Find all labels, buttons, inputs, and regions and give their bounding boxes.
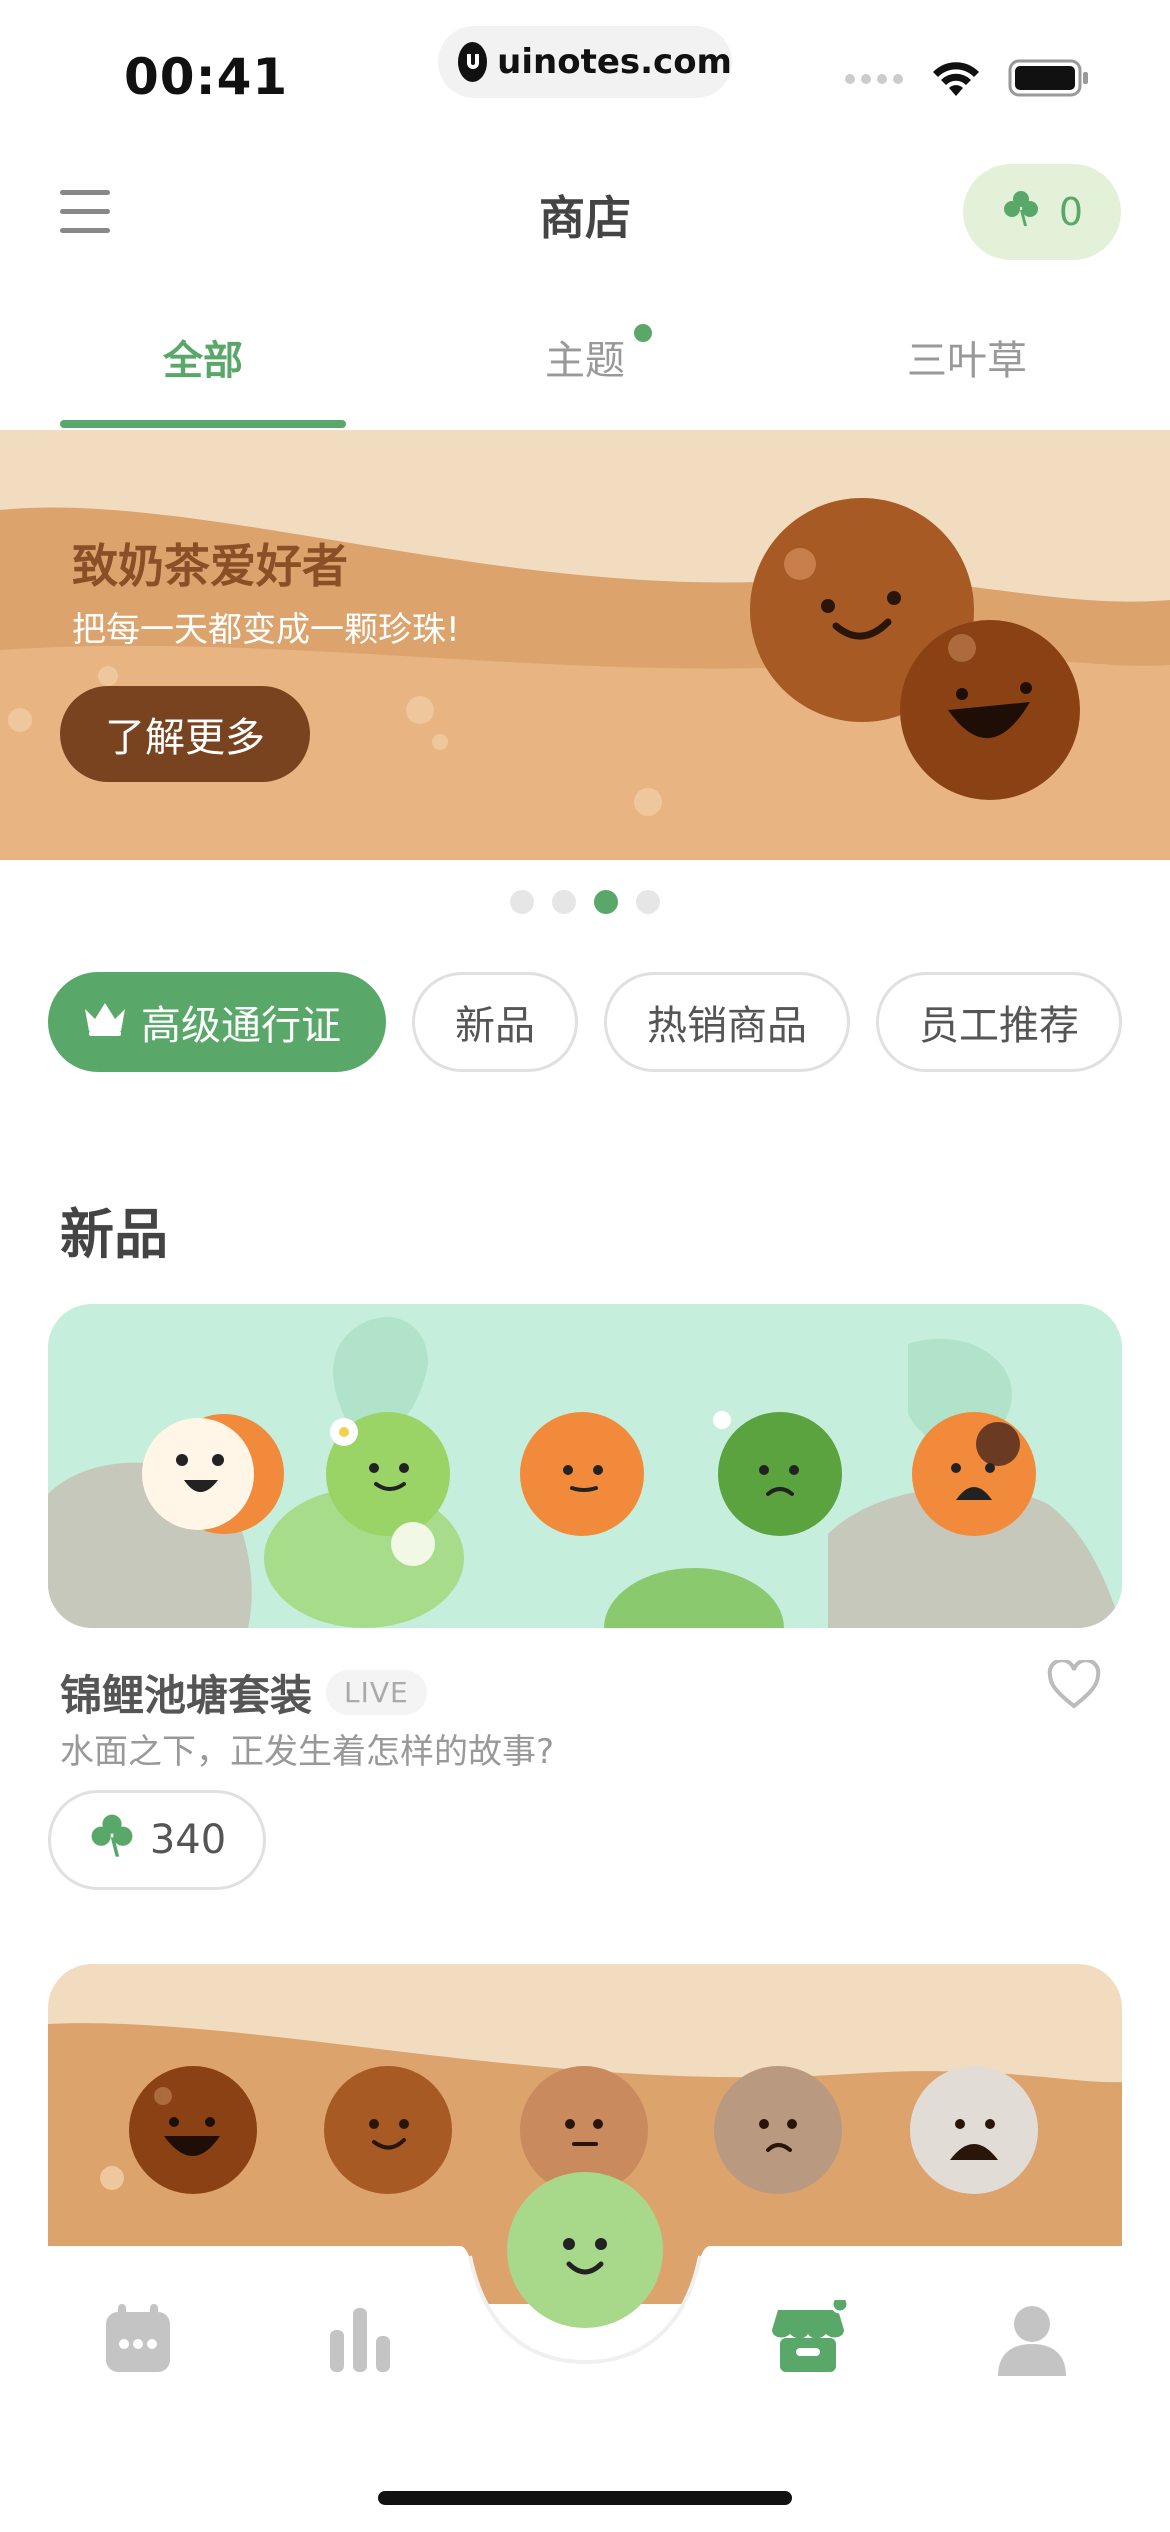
nav-stats[interactable] <box>320 2300 400 2380</box>
tab-all[interactable]: 全部 <box>13 328 393 386</box>
pager-dot[interactable] <box>636 890 660 914</box>
status-time: 00:41 <box>124 48 289 106</box>
battery-icon <box>1008 58 1090 102</box>
tab-themes-dot <box>634 324 652 342</box>
url-pill[interactable]: uinotes.com <box>438 26 732 98</box>
nav-profile[interactable] <box>992 2300 1072 2380</box>
section-title: 新品 <box>60 1203 168 1266</box>
learn-more-button[interactable]: 了解更多 <box>60 686 310 782</box>
tab-themes[interactable]: 主题 <box>395 328 775 386</box>
wifi-icon <box>930 58 982 102</box>
koi-pond-set-image[interactable] <box>48 1304 1122 1628</box>
item-description: 水面之下，正发生着怎样的故事? <box>60 1732 555 1772</box>
crown-icon <box>81 997 129 1047</box>
nav-calendar[interactable] <box>98 2300 178 2380</box>
home-indicator <box>378 2491 792 2505</box>
pager-dot[interactable] <box>510 890 534 914</box>
signal-icon <box>844 71 904 90</box>
calendar-icon <box>98 2304 178 2384</box>
pager-dot[interactable] <box>552 890 576 914</box>
promo-banner[interactable]: 致奶茶爱好者 把每一天都变成一颗珍珠! 了解更多 <box>0 430 1170 860</box>
profile-icon <box>992 2306 1072 2384</box>
mood-add-icon <box>507 2172 663 2332</box>
koi-pond-illustration <box>48 1304 1122 1628</box>
chip-premium-pass[interactable]: 高级通行证 <box>48 972 386 1072</box>
banner-subtitle: 把每一天都变成一颗珍珠! <box>72 610 460 650</box>
banner-title: 致奶茶爱好者 <box>72 539 348 593</box>
clover-icon <box>1001 188 1041 237</box>
live-badge: LIVE <box>326 1670 427 1715</box>
clover-count: 0 <box>1058 190 1084 234</box>
nav-add-mood[interactable] <box>507 2172 663 2328</box>
filter-chips: 高级通行证 新品 热销商品 员工推荐 <box>48 972 1122 1072</box>
price-button[interactable]: 340 <box>48 1790 266 1890</box>
chip-label: 高级通行证 <box>141 1003 341 1049</box>
pager-dot-active[interactable] <box>594 890 618 914</box>
nav-store[interactable] <box>768 2294 850 2380</box>
chip-staff-picks[interactable]: 员工推荐 <box>876 972 1122 1072</box>
clover-icon <box>88 1811 136 1869</box>
status-indicators <box>844 58 1090 102</box>
favorite-heart-icon[interactable] <box>1046 1658 1102 1714</box>
item-name: 锦鲤池塘套装 <box>60 1671 313 1720</box>
chip-new[interactable]: 新品 <box>412 972 578 1072</box>
url-text: uinotes.com <box>497 42 732 82</box>
site-logo-icon <box>458 42 488 82</box>
stats-icon <box>320 2308 400 2384</box>
item-title-row[interactable]: 锦鲤池塘套装 LIVE <box>60 1662 427 1723</box>
chip-bestsellers[interactable]: 热销商品 <box>604 972 850 1072</box>
store-icon <box>768 2294 850 2384</box>
price-value: 340 <box>149 1817 227 1863</box>
clover-balance-button[interactable]: 0 <box>963 164 1121 260</box>
tab-clovers[interactable]: 三叶草 <box>777 328 1157 386</box>
tab-underline <box>60 420 346 428</box>
banner-pager <box>0 890 1170 914</box>
